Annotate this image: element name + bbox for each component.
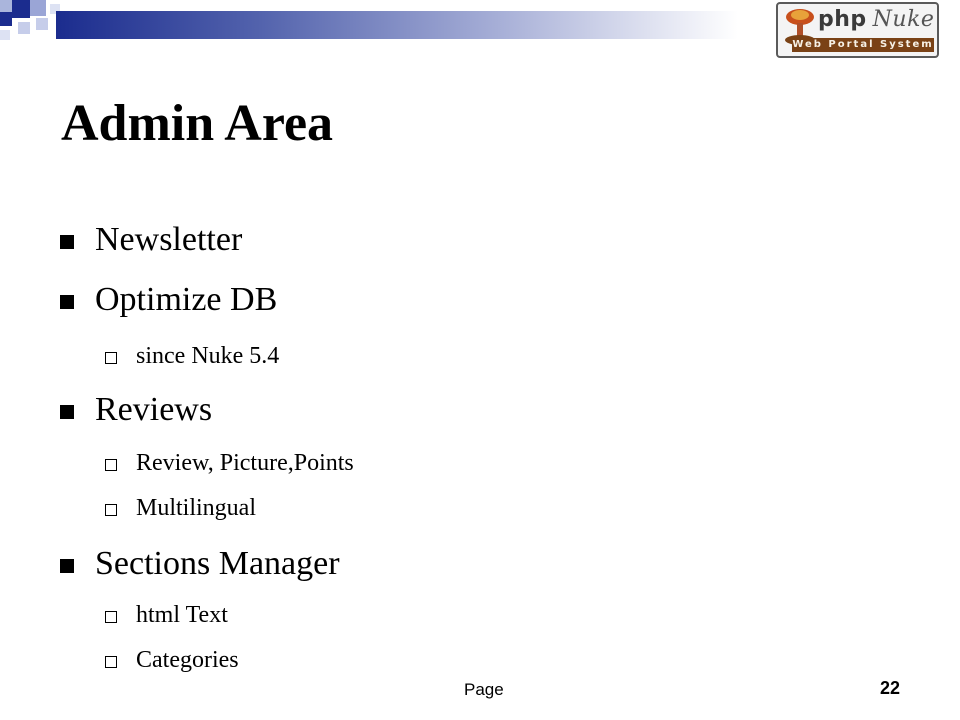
decor-square	[0, 30, 10, 40]
decor-square	[36, 18, 48, 30]
square-bullet-icon	[60, 295, 74, 309]
decor-square	[18, 22, 30, 34]
hollow-square-bullet-icon	[105, 504, 117, 516]
footer-page-number: 22	[880, 678, 901, 698]
decor-square	[0, 0, 12, 12]
decor-square	[0, 12, 12, 26]
hollow-square-bullet-icon	[105, 352, 117, 364]
sub-bullet-text: Multilingual	[136, 495, 256, 521]
sub-bullet-text: since Nuke 5.4	[136, 343, 280, 369]
logo-subtitle: Web Portal System	[792, 38, 934, 52]
square-bullet-icon	[60, 235, 74, 249]
footer-page-label: Page	[464, 680, 504, 699]
bullet-text: Optimize DB	[95, 281, 278, 318]
decor-square	[30, 0, 46, 16]
hollow-square-bullet-icon	[105, 611, 117, 623]
sub-bullet-text: Categories	[136, 647, 239, 673]
phpnuke-logo: php Nuke Web Portal System	[776, 2, 939, 58]
slide: php Nuke Web Portal System Admin Area New…	[0, 0, 960, 720]
logo-text: php Nuke	[818, 7, 935, 32]
bullet-text: Newsletter	[95, 221, 243, 258]
slide-title: Admin Area	[61, 95, 334, 152]
sub-bullet-text: Review, Picture,Points	[136, 450, 354, 476]
header-gradient-bar	[56, 11, 738, 39]
sub-bullet-text: html Text	[136, 602, 228, 628]
decor-square	[12, 0, 30, 18]
hollow-square-bullet-icon	[105, 656, 117, 668]
bullet-text: Reviews	[95, 391, 213, 428]
square-bullet-icon	[60, 559, 74, 573]
hollow-square-bullet-icon	[105, 459, 117, 471]
square-bullet-icon	[60, 405, 74, 419]
bullet-text: Sections Manager	[95, 545, 340, 582]
